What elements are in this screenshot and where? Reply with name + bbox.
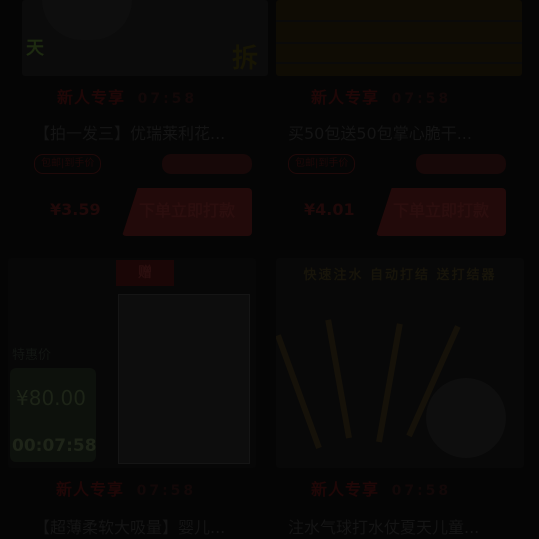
product-title[interactable]: 买50包送50包掌心脆干...	[288, 120, 510, 142]
product-title[interactable]: 【拍一发三】优瑞莱利花...	[34, 120, 256, 142]
new-user-promo: 新人专享 07:58	[311, 84, 491, 107]
promo-label: 新人专享	[311, 480, 380, 499]
image-shape	[426, 378, 506, 458]
product-title[interactable]: 【超薄柔软大吸量】婴儿...	[34, 514, 256, 536]
countdown-timer: 00:07:58	[12, 436, 97, 456]
product-price: ¥3.59	[50, 200, 101, 219]
product-price: ¥4.01	[304, 200, 355, 219]
image-text: 天	[26, 38, 44, 59]
promo-time: 07:58	[136, 483, 197, 499]
countdown-label: 特惠价	[12, 348, 52, 363]
image-stripe	[276, 42, 522, 44]
countdown-price: ¥80.00	[16, 386, 86, 410]
shipping-tag: 包邮|到手价	[288, 154, 356, 174]
product-image[interactable]: 天 拆	[22, 0, 268, 76]
new-user-promo: 新人专享 07:58	[57, 84, 237, 107]
promo-label: 新人专享	[311, 88, 380, 107]
new-user-promo: 新人专享 07:58	[56, 476, 236, 499]
image-stripe	[276, 62, 522, 64]
image-shape	[376, 323, 403, 443]
product-image[interactable]: 赠 特惠价 ¥80.00 00:07:58	[8, 258, 256, 468]
new-user-promo: 新人专享 07:58	[311, 476, 491, 499]
promo-tag	[162, 154, 252, 174]
promo-label: 新人专享	[56, 480, 125, 499]
product-image[interactable]: 快速注水 自动打结 送打结器	[276, 258, 524, 468]
shipping-tag: 包邮|到手价	[34, 154, 102, 174]
image-shape	[276, 334, 322, 450]
buy-button[interactable]: 下单立即打款	[122, 188, 252, 236]
promo-time: 07:58	[391, 91, 452, 107]
image-text: 拆	[231, 44, 258, 74]
product-panel	[118, 294, 250, 464]
promo-tag	[416, 154, 506, 174]
product-title[interactable]: 注水气球打水仗夏天儿童...	[288, 514, 510, 536]
buy-button[interactable]: 下单立即打款	[376, 188, 506, 236]
product-image[interactable]	[276, 0, 522, 76]
promo-time: 07:58	[391, 483, 452, 499]
image-stripe	[276, 20, 522, 22]
promo-label: 新人专享	[57, 88, 126, 107]
image-shape	[325, 319, 352, 439]
gift-badge: 赠	[116, 260, 174, 286]
image-banner: 快速注水 自动打结 送打结器	[303, 268, 497, 283]
image-shape	[42, 0, 132, 40]
promo-time: 07:58	[137, 91, 198, 107]
